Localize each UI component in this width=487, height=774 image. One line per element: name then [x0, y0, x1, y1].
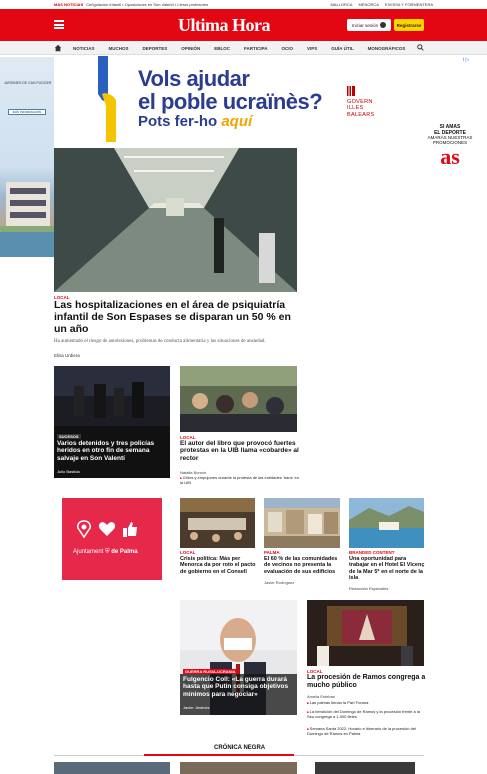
nav-item-noticias[interactable]: NOTICIAS	[66, 46, 102, 51]
ajuntament-icons	[76, 520, 138, 538]
ad-headline: Vols ajudar el poble ucraïnès?	[138, 66, 323, 115]
nav-item-monograficos[interactable]: MONOGRÁFICOS	[361, 46, 413, 51]
card3-tag[interactable]: LOCAL	[180, 550, 196, 555]
card5-author[interactable]: Redacción Especiales	[349, 586, 388, 591]
card1-tag[interactable]: SUCESOS	[57, 434, 81, 439]
nav-item-deportes[interactable]: DEPORTES	[136, 46, 175, 51]
left-ad-button[interactable]: MÁS INFORMACIÓN	[8, 109, 46, 115]
hero-author[interactable]: Elisa Urdiera	[54, 353, 80, 358]
ad-line-2: el poble ucraïnès?	[138, 89, 323, 115]
hero-headline[interactable]: Las hospitalizaciones en el área de psiq…	[54, 299, 300, 335]
card3-headline[interactable]: Crisis política: Más per Menorca da por …	[180, 556, 258, 575]
ticker-hot-label: MÁS NOTICIAS	[54, 2, 84, 7]
govern-line-3: BALEARS	[347, 111, 375, 118]
ajuntament-label-b: de Palma	[111, 549, 138, 555]
home-icon[interactable]	[54, 44, 62, 52]
nav-item-ebloc[interactable]: EBLOC	[207, 46, 237, 51]
card4-headline[interactable]: El 60 % de las comunidades de vecinos no…	[264, 556, 342, 575]
card7-image[interactable]	[307, 600, 424, 666]
card1-headline[interactable]: Varios detenidos y tres policías heridos…	[57, 440, 165, 462]
palma-shield-icon: ⛨	[105, 549, 110, 555]
hero-image[interactable]	[54, 148, 297, 292]
nav-item-ocio[interactable]: OCIO	[274, 46, 300, 51]
user-icon	[380, 22, 387, 28]
card2-image[interactable]	[180, 366, 297, 432]
hands-logo-icon	[98, 56, 116, 142]
section-underline	[144, 754, 294, 756]
card4-tag[interactable]: PALMA	[264, 550, 280, 555]
menu-icon[interactable]	[54, 20, 64, 29]
card7-headline[interactable]: La procesión de Ramos congrega a mucho p…	[307, 674, 427, 690]
card7-author[interactable]: Amelia Esteban	[307, 694, 335, 699]
card4-image[interactable]	[264, 498, 340, 548]
card2-related-link[interactable]: Gritos y empujones durante la protesta d…	[180, 475, 300, 486]
bottom-thumb-1[interactable]	[54, 762, 170, 774]
login-label: Iniciar sesión	[351, 22, 379, 28]
ad-cta[interactable]: Pots fer-ho aquí	[138, 113, 252, 130]
site-header: Ultima Hora Iniciar sesión Registrarse	[0, 9, 487, 41]
card7-related-link-1[interactable]: Las palmas llenan la Part Forana	[307, 700, 425, 706]
ad-cta-text: Pots fer-ho	[138, 113, 218, 130]
heart-icon	[98, 522, 116, 536]
govern-line-1: GOVERN	[347, 98, 373, 105]
govern-line-2: ILLES	[347, 105, 364, 112]
ajuntament-label: Ajuntament ⛨ de Palma	[73, 549, 138, 556]
nav-item-guia-util[interactable]: GUÍA ÚTIL	[324, 46, 360, 51]
ajuntament-palma-ad[interactable]	[62, 498, 162, 580]
thumbs-up-icon	[123, 522, 137, 537]
section-title[interactable]: CRÓNICA NEGRA	[214, 745, 265, 751]
ticker-link-menorca[interactable]: MENORCA	[358, 2, 378, 7]
card7-related-link-2[interactable]: La bendición del Domingo de Ramos y la p…	[307, 709, 425, 720]
card3-image[interactable]	[180, 498, 255, 548]
card6-author[interactable]: Javier Jiménez	[183, 705, 210, 710]
main-nav: NOTICIAS MUCHOS DEPORTES OPINIÓN EBLOC F…	[0, 41, 487, 55]
govern-shield-icon	[347, 86, 355, 96]
ajuntament-label-a: Ajuntament	[73, 549, 104, 555]
bottom-thumb-2[interactable]	[180, 762, 297, 774]
ticker-link-eivissa[interactable]: EIVISSA Y FORMENTERA	[385, 2, 433, 7]
left-ad-building-image	[0, 182, 54, 257]
left-sky-ad[interactable]: JARDINES DE CAN FUGGER MÁS INFORMACIÓN	[0, 57, 54, 257]
left-ad-caption: JARDINES DE CAN FUGGER	[4, 81, 52, 85]
govern-logo: GOVERN ILLES BALEARS	[347, 86, 374, 118]
register-button[interactable]: Registrarse	[394, 19, 424, 31]
nav-item-muchos[interactable]: MUCHOS	[102, 46, 136, 51]
site-logo[interactable]: Ultima Hora	[178, 15, 270, 36]
nav-item-vips[interactable]: VIPS	[300, 46, 324, 51]
card5-image[interactable]	[349, 498, 424, 548]
ad-cta-link[interactable]: aquí	[221, 113, 252, 130]
card7-related-link-3[interactable]: Semana Santa 2022: Horario e itinerario …	[307, 726, 425, 737]
nav-item-opinion[interactable]: OPINIÓN	[174, 46, 207, 51]
location-pin-icon	[77, 520, 91, 538]
hero-subtitle: Ha aumentado el riesgo de autolesiones, …	[54, 339, 266, 344]
ticker-hot-text[interactable]: Ceñgulación infantil • Oposiciones en So…	[86, 2, 208, 7]
card2-headline[interactable]: El autor del libro que provocó fuertes p…	[180, 440, 300, 462]
card4-author[interactable]: Javier Rodríguez	[264, 580, 294, 585]
card1-author[interactable]: Julio Bastida	[57, 469, 80, 474]
ad-line-1: Vols ajudar	[138, 66, 250, 91]
search-icon[interactable]	[417, 44, 424, 51]
nav-item-participa[interactable]: FARTICIPA	[237, 46, 274, 51]
ad-choices-icon[interactable]: i ▷	[463, 57, 469, 63]
as-logo: as	[440, 143, 460, 169]
ticker-link-mallorca[interactable]: MALLORCA	[330, 2, 352, 7]
login-button[interactable]: Iniciar sesión	[347, 19, 391, 31]
bottom-thumb-3[interactable]	[315, 762, 415, 774]
top-ticker: MÁS NOTICIAS Ceñgulación infantil • Opos…	[0, 0, 487, 9]
card5-tag[interactable]: BRANDED CONTENT	[349, 550, 395, 555]
card6-headline[interactable]: Fulgencio Coll: «La guerra durará hasta …	[183, 676, 295, 698]
right-as-ad[interactable]: SI AMAS EL DEPORTE AMARÁS NUESTRAS PROMO…	[422, 124, 478, 185]
card5-headline[interactable]: Una oportunidad para trabajar en el Hote…	[349, 556, 425, 581]
